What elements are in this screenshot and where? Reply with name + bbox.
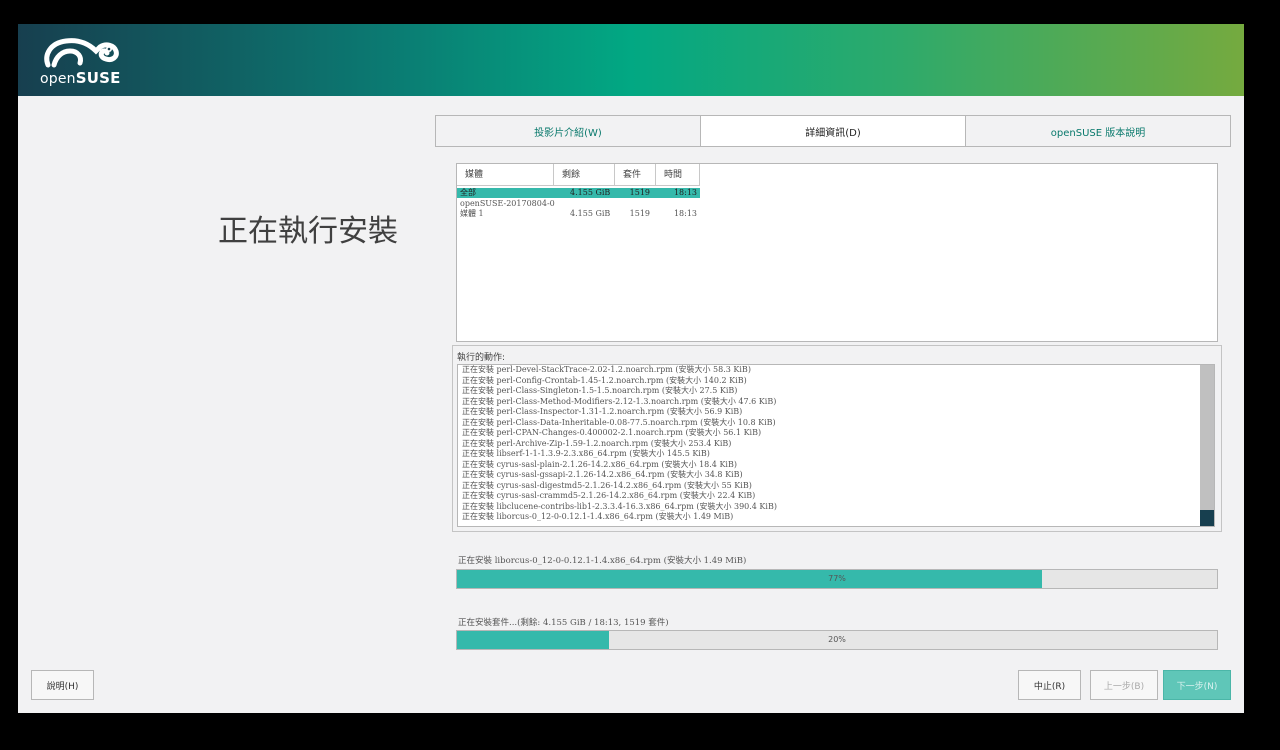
help-button[interactable]: 說明(H) [31,670,94,700]
actions-log[interactable]: 正在安裝 perl-Devel-StackTrace-2.02-1.2.noar… [457,364,1215,527]
media-table[interactable]: 媒體 剩餘 套件 時間 全部 4.155 GiB 1519 18:13 open… [456,163,1218,342]
log-line: 正在安裝 cyrus-sasl-digestmd5-2.1.26-14.2.x8… [462,480,752,490]
media-row-all[interactable]: 全部 4.155 GiB 1519 18:13 [457,188,700,198]
package-progress-label: 77% [828,574,846,583]
log-line: 正在安裝 liborcus-0_12-0-0.12.1-1.4.x86_64.r… [462,512,734,521]
log-line: 正在安裝 perl-CPAN-Changes-0.400002-2.1.noar… [462,428,762,437]
total-status-text: 正在安裝套件...(剩餘: 4.155 GiB / 18:13, 1519 套件… [458,618,669,628]
actions-label: 執行的動作: [457,353,506,363]
log-line: 正在安裝 perl-Class-Inspector-1.31-1.2.noarc… [462,407,743,416]
chameleon-icon [44,38,119,68]
log-line: 正在安裝 perl-Class-Singleton-1.5-1.5.noarch… [462,386,738,395]
log-scrollbar[interactable] [1200,365,1214,526]
media-cell-time: 18:13 [673,188,697,197]
log-line: 正在安裝 cyrus-sasl-plain-2.1.26-14.2.x86_64… [462,459,737,469]
package-status-text: 正在安裝 liborcus-0_12-0-0.12.1-1.4.x86_64.r… [458,556,747,566]
next-button[interactable]: 下一步(N) [1163,670,1231,700]
log-line: 正在安裝 perl-Devel-StackTrace-2.02-1.2.noar… [462,365,751,374]
log-lines: 正在安裝 perl-Devel-StackTrace-2.02-1.2.noar… [462,365,1202,523]
total-progress-bar: 20% [456,630,1218,650]
tab-release-notes[interactable]: openSUSE 版本說明 [965,115,1231,147]
media-cell-name: openSUSE-20170804-0 [460,199,555,208]
media-cell-packages: 1519 [629,209,650,218]
actions-panel: 執行的動作: 正在安裝 perl-Devel-StackTrace-2.02-1… [452,345,1222,532]
column-header-packages[interactable]: 套件 [615,164,656,186]
media-cell-remaining: 4.155 GiB [570,188,611,197]
log-line: 正在安裝 libclucene-contribs-lib1-2.3.3.4-16… [462,501,777,511]
header-banner: openSUSE [18,24,1244,96]
log-line: 正在安裝 perl-Class-Method-Modifiers-2.12-1.… [462,396,777,406]
tab-details[interactable]: 詳細資訊(D) [700,115,966,147]
scrollbar-thumb[interactable] [1200,510,1214,526]
opensuse-logo: openSUSE [40,37,120,87]
log-line: 正在安裝 libserf-1-1-1.3.9-2.3.x86_64.rpm (安… [462,449,710,458]
page-title: 正在執行安裝 [218,214,398,249]
log-line: 正在安裝 perl-Class-Data-Inheritable-0.08-77… [462,417,776,427]
column-header-remaining[interactable]: 剩餘 [554,164,615,186]
media-row-source[interactable]: openSUSE-20170804-0 [457,199,700,209]
media-cell-name: 媒體 1 [460,209,484,218]
installer-window: openSUSE 正在執行安裝 投影片介紹(W) 詳細資訊(D) openSUS… [18,24,1244,713]
log-line: 正在安裝 perl-Config-Crontab-1.45-1.2.noarch… [462,375,747,385]
tab-bar: 投影片介紹(W) 詳細資訊(D) openSUSE 版本說明 [435,115,1231,147]
back-button[interactable]: 上一步(B) [1090,670,1158,700]
media-cell-name: 全部 [460,188,476,197]
media-row-disc1[interactable]: 媒體 1 4.155 GiB 1519 18:13 [457,209,700,219]
abort-button[interactable]: 中止(R) [1018,670,1081,700]
media-cell-remaining: 4.155 GiB [570,209,611,218]
media-cell-time: 18:13 [673,209,697,218]
total-progress-label: 20% [828,635,846,644]
logo-text: openSUSE [40,69,121,87]
column-header-media[interactable]: 媒體 [457,164,554,186]
log-line: 正在安裝 cyrus-sasl-gssapi-2.1.26-14.2.x86_6… [462,470,743,479]
media-cell-packages: 1519 [629,188,650,197]
column-header-time[interactable]: 時間 [656,164,700,186]
log-line: 正在安裝 cyrus-sasl-crammd5-2.1.26-14.2.x86_… [462,491,756,500]
tab-slideshow[interactable]: 投影片介紹(W) [435,115,701,147]
log-line: 正在安裝 perl-Archive-Zip-1.59-1.2.noarch.rp… [462,438,732,448]
package-progress-bar: 77% [456,569,1218,589]
media-table-header: 媒體 剩餘 套件 時間 [457,164,700,186]
